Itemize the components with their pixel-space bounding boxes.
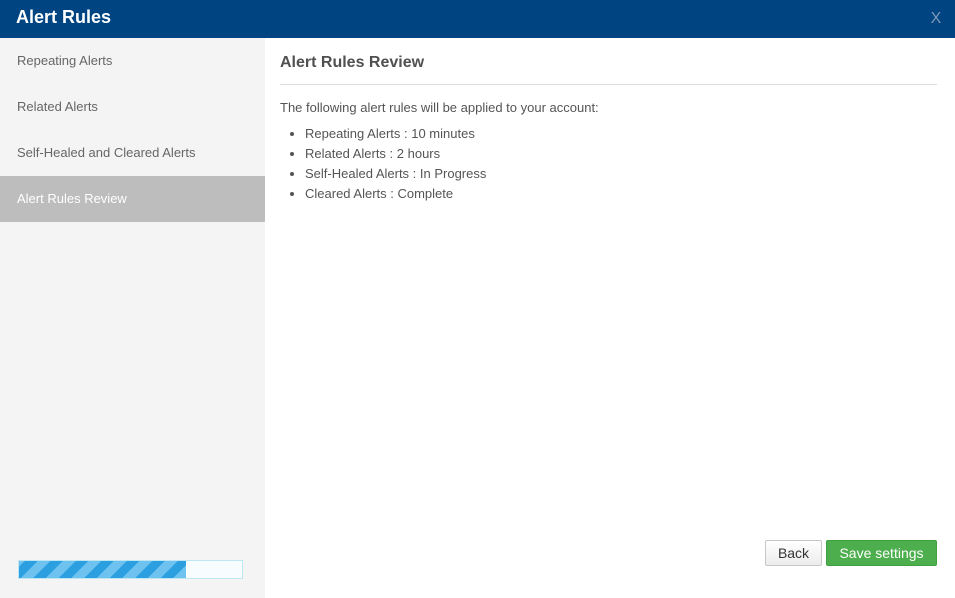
intro-text: The following alert rules will be applie… bbox=[280, 100, 599, 115]
dialog-title: Alert Rules bbox=[16, 7, 112, 27]
close-icon[interactable]: X bbox=[929, 10, 943, 28]
divider bbox=[280, 84, 937, 85]
sidebar-item-label: Related Alerts bbox=[17, 99, 98, 114]
sidebar-item-alert-rules-review[interactable]: Alert Rules Review bbox=[0, 176, 265, 222]
sidebar-item-related-alerts[interactable]: Related Alerts bbox=[0, 84, 265, 130]
list-item: Cleared Alerts : Complete bbox=[305, 184, 486, 204]
sidebar-item-label: Repeating Alerts bbox=[17, 53, 113, 68]
dialog-titlebar: Alert Rules X bbox=[0, 0, 955, 38]
sidebar-item-label: Alert Rules Review bbox=[17, 191, 127, 206]
back-button[interactable]: Back bbox=[765, 540, 822, 566]
alert-rules-dialog: Alert Rules X Repeating Alerts Related A… bbox=[0, 0, 955, 598]
sidebar-item-self-healed-cleared-alerts[interactable]: Self-Healed and Cleared Alerts bbox=[0, 130, 265, 176]
sidebar-item-repeating-alerts[interactable]: Repeating Alerts bbox=[0, 38, 265, 84]
list-item: Related Alerts : 2 hours bbox=[305, 144, 486, 164]
wizard-progress-bar bbox=[18, 560, 243, 579]
main-panel: Alert Rules Review The following alert r… bbox=[265, 38, 955, 598]
list-item: Repeating Alerts : 10 minutes bbox=[305, 124, 486, 144]
page-title: Alert Rules Review bbox=[280, 54, 425, 71]
rules-list: Repeating Alerts : 10 minutes Related Al… bbox=[280, 124, 486, 204]
save-settings-button[interactable]: Save settings bbox=[826, 540, 937, 566]
list-item: Self-Healed Alerts : In Progress bbox=[305, 164, 486, 184]
wizard-sidebar: Repeating Alerts Related Alerts Self-Hea… bbox=[0, 38, 265, 598]
progress-bar-fill bbox=[19, 561, 187, 578]
sidebar-item-label: Self-Healed and Cleared Alerts bbox=[17, 145, 196, 160]
